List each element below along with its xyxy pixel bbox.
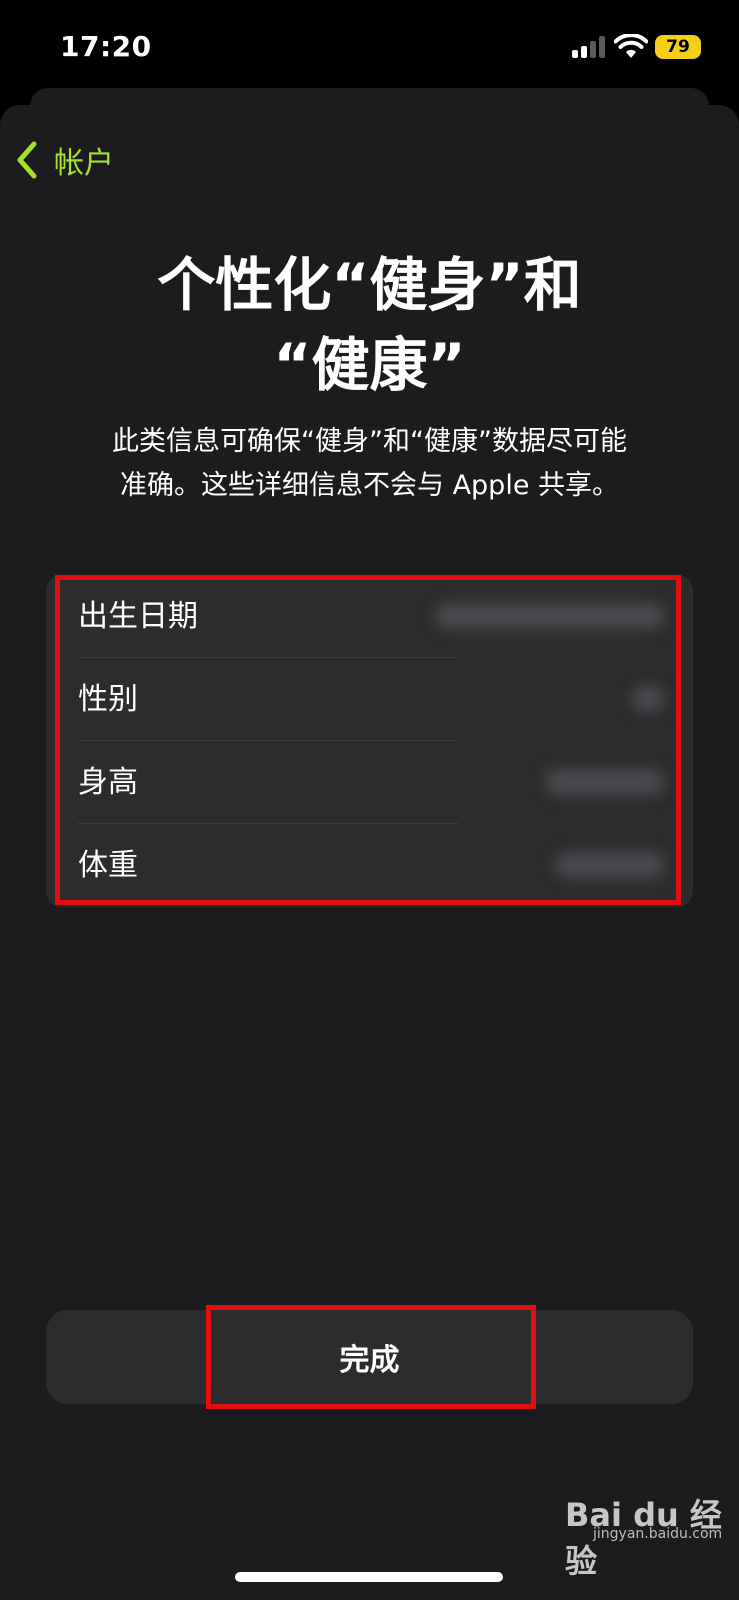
watermark: Bai du 经验 jingyan.baidu.com <box>565 1490 735 1580</box>
cellular-signal-icon <box>572 36 606 58</box>
status-bar: 17:20 79 <box>0 0 739 95</box>
description-line: 准确。这些详细信息不会与 Apple 共享。 <box>119 470 620 501</box>
home-indicator[interactable] <box>235 1572 503 1582</box>
page-title-line: “健康” <box>273 331 466 399</box>
status-time: 17:20 <box>60 30 152 63</box>
battery-icon: 79 <box>655 35 701 59</box>
page-title-line: 个性化“健身”和 <box>157 251 582 319</box>
back-button[interactable]: 帐户 <box>14 135 114 185</box>
annotation-highlight-box <box>55 575 681 905</box>
watermark-url: jingyan.baidu.com <box>593 1526 723 1542</box>
chevron-left-icon <box>17 141 37 179</box>
personalize-sheet: 帐户 个性化“健身”和 “健康” 此类信息可确保“健身”和“健康”数据尽可能 准… <box>0 105 739 1600</box>
back-button-label: 帐户 <box>54 146 114 181</box>
annotation-highlight-box <box>206 1305 536 1409</box>
page-description: 此类信息可确保“健身”和“健康”数据尽可能 准确。这些详细信息不会与 Apple… <box>50 420 689 508</box>
wifi-icon <box>614 34 648 58</box>
description-line: 此类信息可确保“健身”和“健康”数据尽可能 <box>112 426 627 457</box>
page-title: 个性化“健身”和 “健康” <box>0 245 739 405</box>
